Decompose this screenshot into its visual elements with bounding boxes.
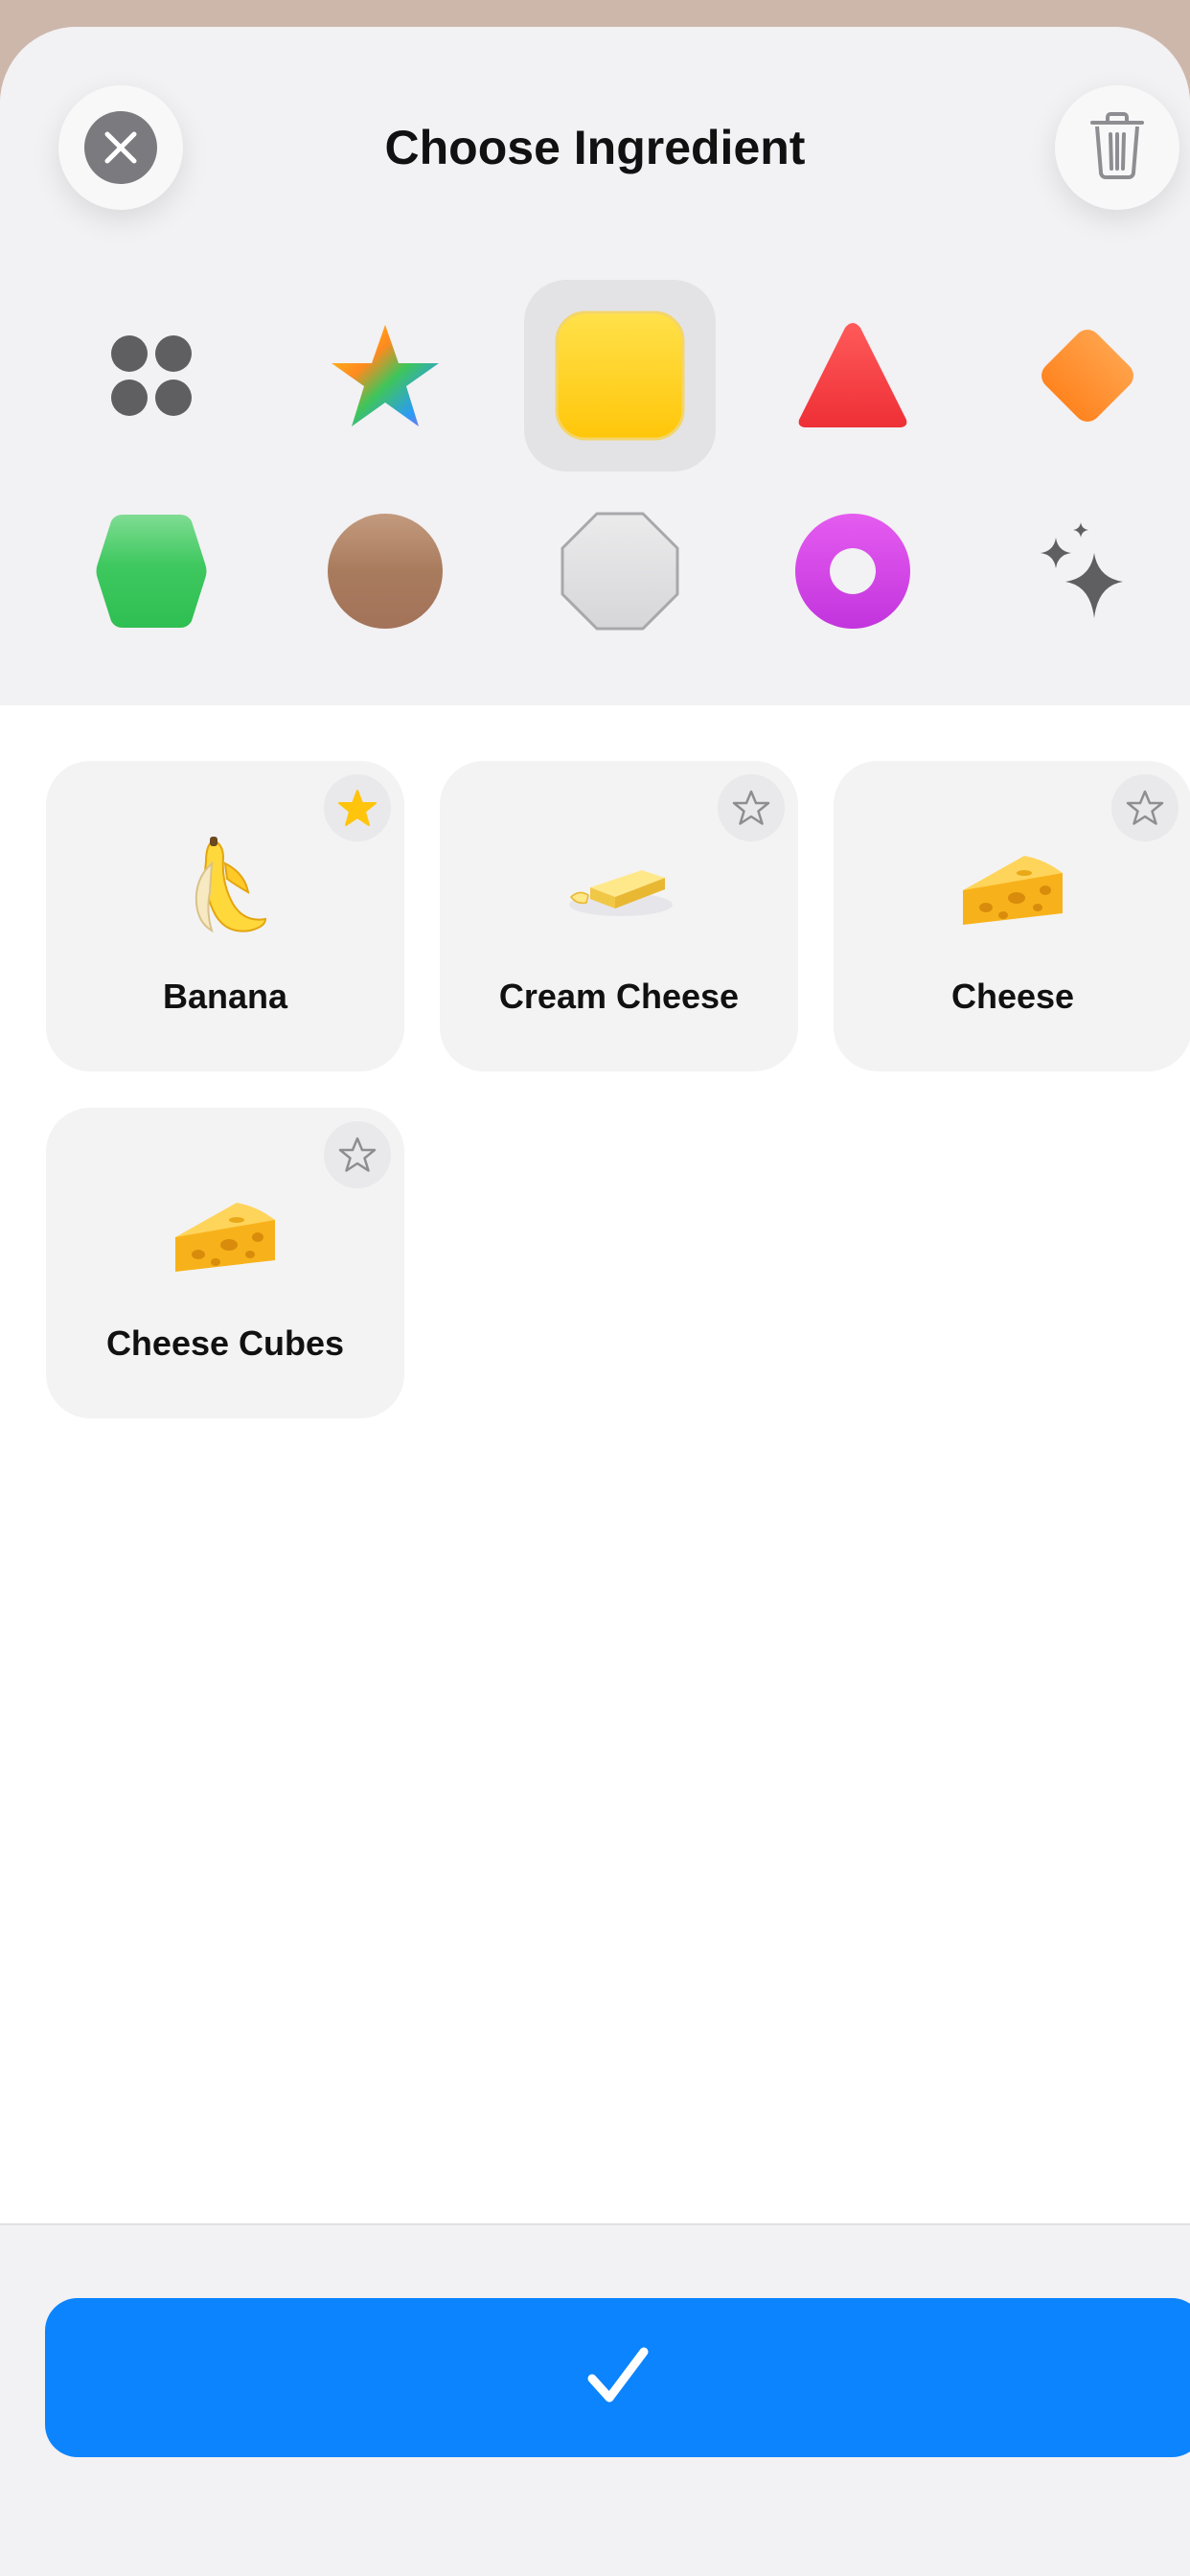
- trash-icon: [1088, 111, 1146, 185]
- hexagon-icon: [96, 515, 207, 628]
- ingredient-label: Cheese: [950, 977, 1075, 1016]
- header-area: Choose Ingredient: [0, 27, 1190, 705]
- shape-option-ring[interactable]: [757, 475, 949, 667]
- ingredient-label: Cream Cheese: [498, 977, 740, 1016]
- triangle-icon: [798, 323, 907, 427]
- cheese-icon: [46, 1177, 404, 1292]
- diamond-icon: [1041, 330, 1133, 422]
- butter-icon: [440, 830, 798, 945]
- ingredient-label: Cheese Cubes: [105, 1323, 345, 1363]
- circle-icon: [328, 514, 443, 629]
- delete-button[interactable]: [1055, 85, 1179, 210]
- page-title: Choose Ingredient: [384, 121, 806, 174]
- star-filled-icon: [338, 790, 377, 826]
- star-icon: [332, 325, 439, 426]
- rounded-square-icon: [555, 310, 685, 441]
- shape-option-octagon[interactable]: [524, 475, 716, 667]
- shape-option-diamond[interactable]: [992, 280, 1183, 472]
- ingredient-card-banana[interactable]: Banana: [46, 761, 404, 1071]
- star-outline-icon: [1126, 790, 1164, 825]
- footer: [0, 2223, 1190, 2576]
- confirm-button[interactable]: [45, 2298, 1190, 2457]
- cheese-icon: [834, 830, 1190, 945]
- ingredient-picker-sheet: Choose Ingredient Banana Cream Cheese Ch…: [0, 27, 1190, 2576]
- shape-option-rounded-square[interactable]: [524, 280, 716, 472]
- shape-option-circle[interactable]: [289, 475, 481, 667]
- ingredient-card-cheese-cubes[interactable]: Cheese Cubes: [46, 1108, 404, 1418]
- shape-option-four-dots[interactable]: [56, 280, 247, 472]
- shape-option-sparkles[interactable]: [992, 475, 1183, 667]
- ingredient-card-cheese[interactable]: Cheese: [834, 761, 1190, 1071]
- ingredient-label: Banana: [162, 977, 288, 1016]
- shape-option-hexagon[interactable]: [56, 475, 247, 667]
- checkmark-icon: [586, 2346, 650, 2410]
- ingredient-card-cream-cheese[interactable]: Cream Cheese: [440, 761, 798, 1071]
- four-dots-icon: [111, 335, 192, 416]
- shape-option-triangle[interactable]: [757, 280, 949, 472]
- shape-option-star[interactable]: [289, 280, 481, 472]
- star-outline-icon: [338, 1137, 377, 1172]
- ring-icon: [794, 514, 910, 629]
- sparkles-icon: [1041, 522, 1123, 618]
- star-outline-icon: [732, 790, 770, 825]
- octagon-icon: [561, 512, 679, 631]
- banana-icon: [46, 830, 404, 945]
